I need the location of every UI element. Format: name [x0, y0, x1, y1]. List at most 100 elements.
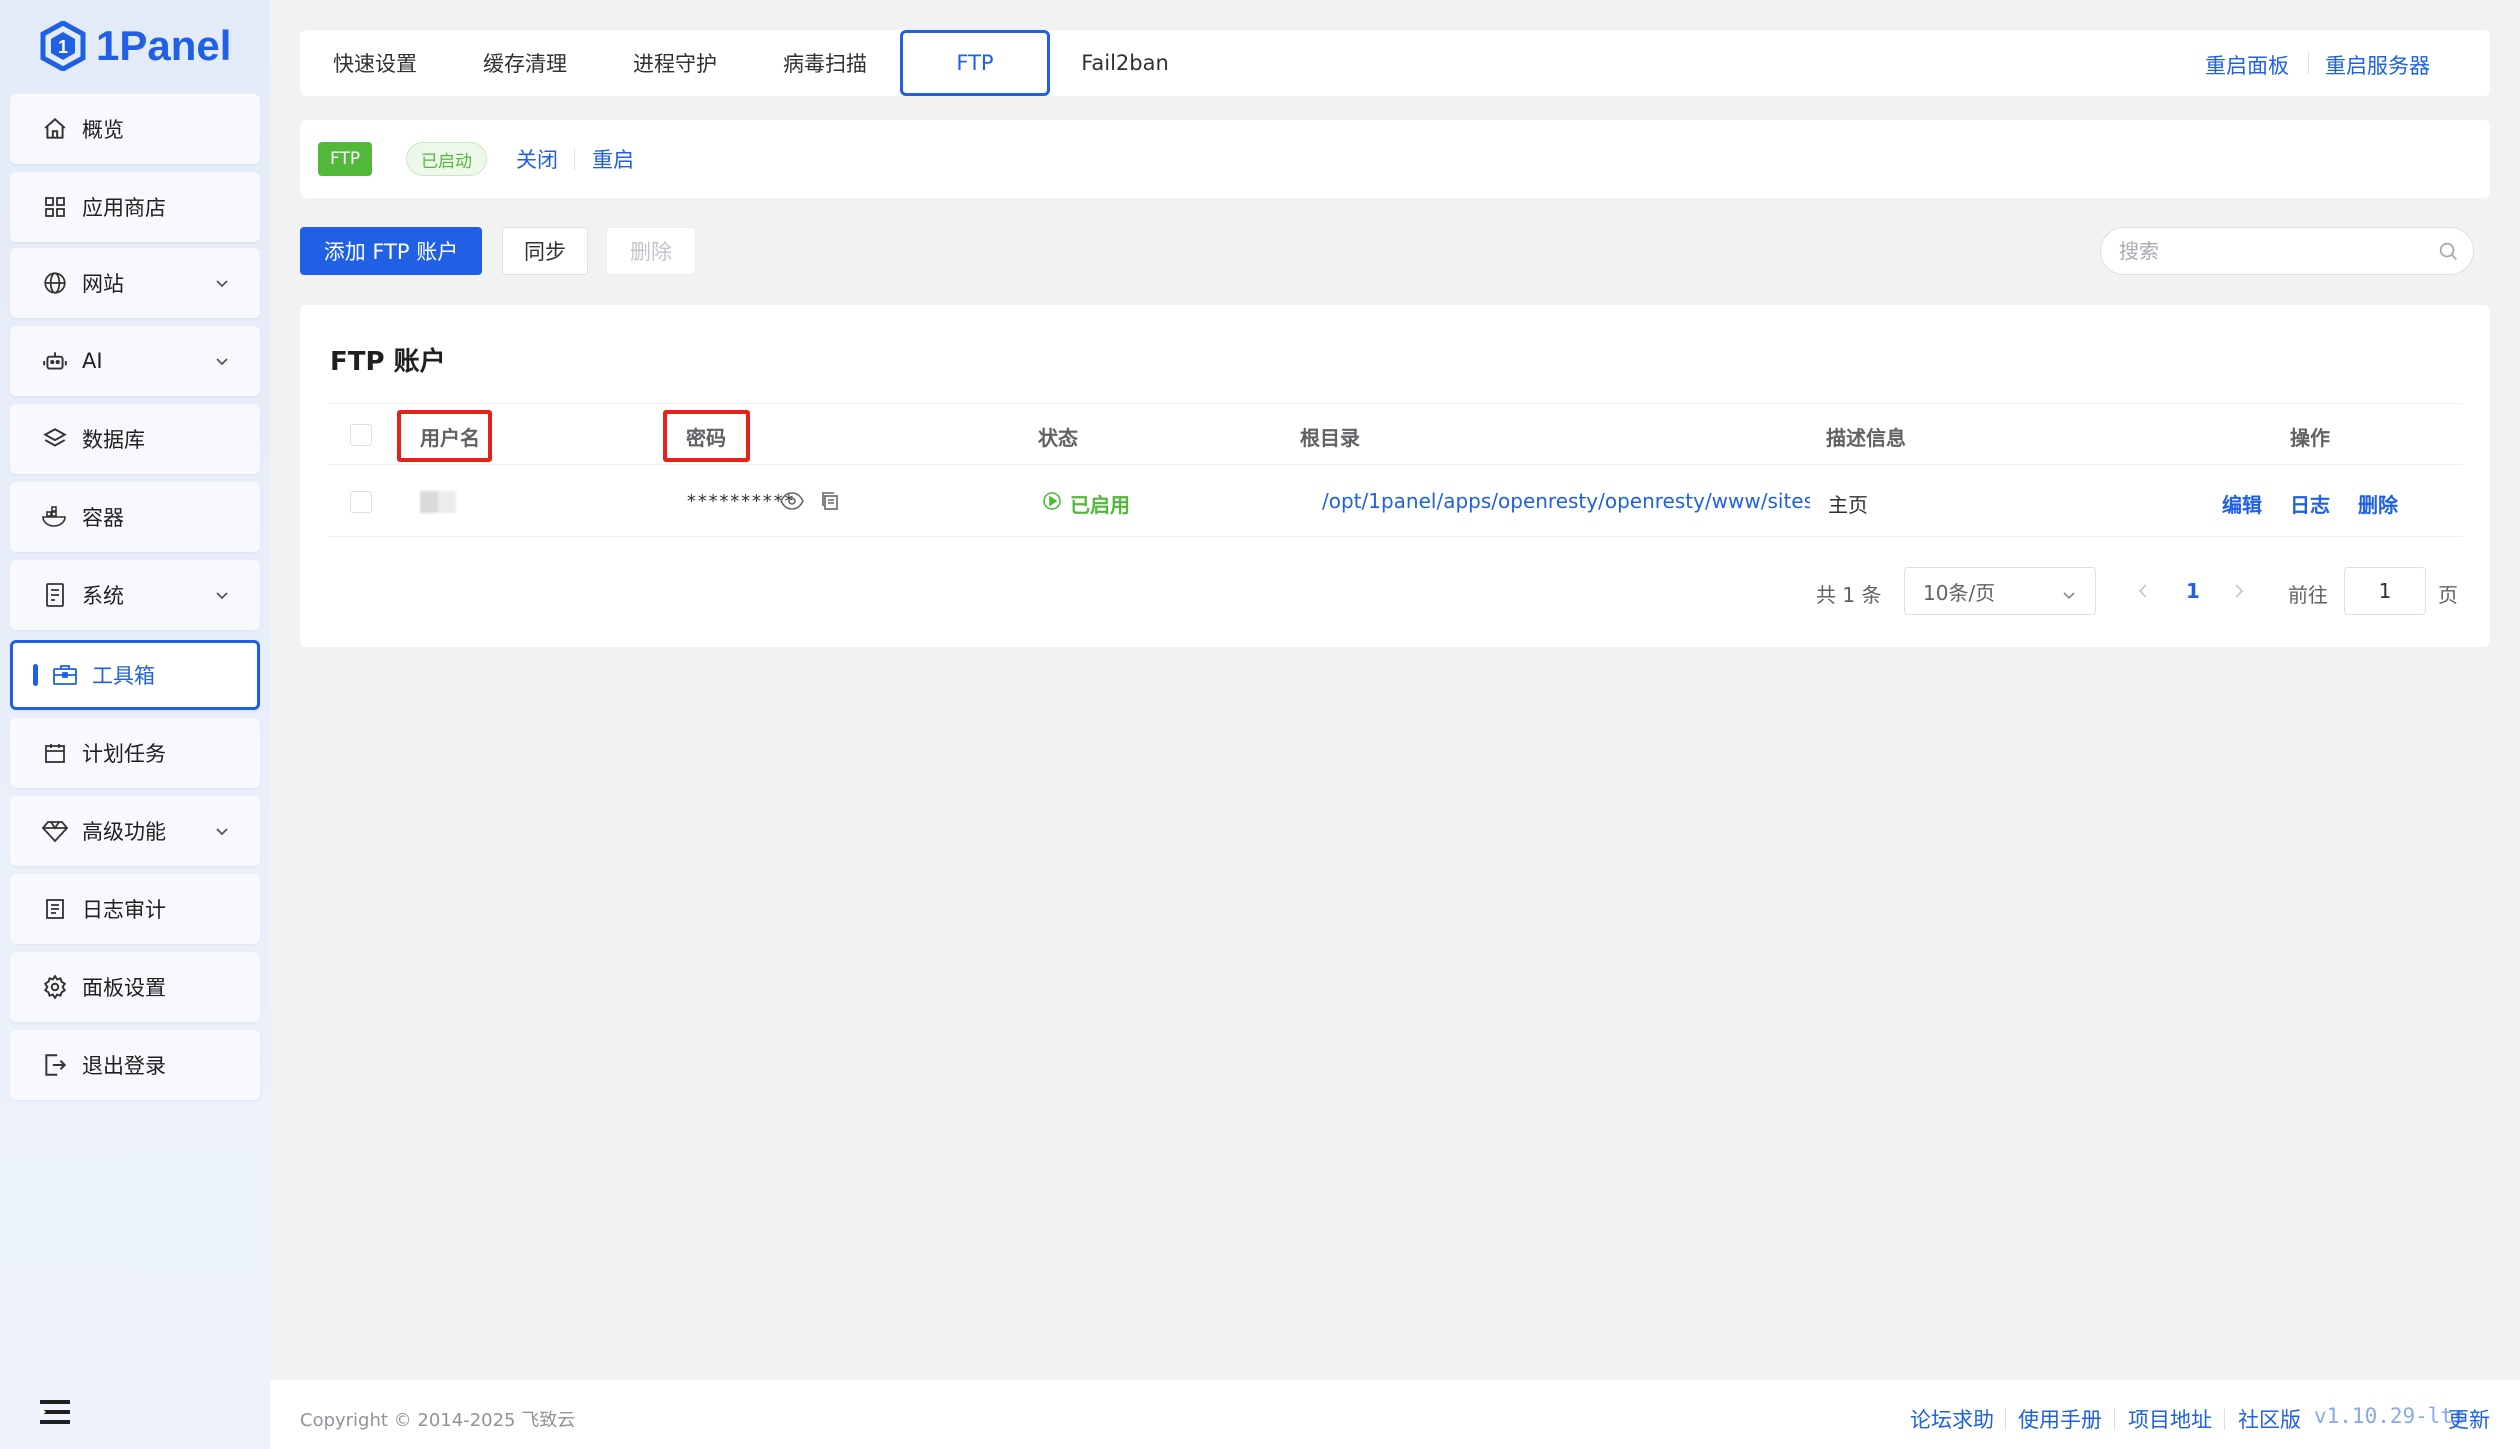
sidebar-item-system[interactable]: 系统 — [10, 560, 260, 630]
chevron-down-icon — [214, 272, 230, 296]
add-ftp-account-button[interactable]: 添加 FTP 账户 — [300, 227, 482, 275]
sidebar-item-label: 退出登录 — [82, 1054, 166, 1078]
tab-ftp[interactable]: FTP — [900, 30, 1050, 96]
play-circle-icon — [1042, 491, 1062, 515]
search-box — [2100, 227, 2474, 275]
robot-icon — [40, 346, 70, 376]
log-icon — [40, 894, 70, 924]
status-enabled[interactable]: 已启用 — [1070, 489, 1130, 518]
calendar-icon — [40, 738, 70, 768]
column-description: 描述信息 — [1826, 426, 1906, 450]
table-header: 用户名 密码 状态 根目录 描述信息 操作 — [328, 403, 2462, 465]
footer: Copyright © 2014-2025 飞致云 论坛求助 使用手册 项目地址… — [270, 1380, 2520, 1449]
search-icon[interactable] — [2437, 240, 2459, 266]
sidebar-item-label: 容器 — [82, 506, 124, 530]
sidebar-item-label: 工具箱 — [92, 664, 155, 688]
layers-icon — [40, 424, 70, 454]
highlight-box-password — [663, 410, 750, 462]
divider — [2308, 52, 2309, 74]
sync-button[interactable]: 同步 — [502, 227, 588, 275]
sidebar-item-toolbox[interactable]: 工具箱 — [10, 640, 260, 710]
chevron-down-icon — [214, 350, 230, 374]
table-row[interactable]: ********** 已启用 /opt/1panel/apps/openrest… — [328, 465, 2462, 537]
server-icon — [40, 580, 70, 610]
edit-button[interactable]: 编辑 — [2222, 489, 2262, 518]
ftp-accounts-card: FTP 账户 用户名 密码 状态 根目录 描述信息 操作 ********** … — [300, 305, 2490, 647]
column-actions: 操作 — [2290, 426, 2330, 450]
docker-icon — [40, 502, 70, 532]
logo-icon: 1 — [40, 21, 86, 71]
sidebar-item-settings[interactable]: 面板设置 — [10, 952, 260, 1022]
tab-fail2ban[interactable]: Fail2ban — [1050, 30, 1200, 96]
sidebar-item-advanced[interactable]: 高级功能 — [10, 796, 260, 866]
next-page-icon[interactable] — [2232, 583, 2246, 603]
goto-page-input[interactable]: 1 — [2344, 567, 2426, 615]
version-label: v1.10.29-lts — [2314, 1404, 2466, 1428]
row-checkbox[interactable] — [350, 491, 372, 513]
sidebar-item-ai[interactable]: AI — [10, 326, 260, 396]
chevron-down-icon — [214, 584, 230, 608]
collapse-menu-icon[interactable] — [40, 1398, 72, 1430]
restart-server-link[interactable]: 重启服务器 — [2325, 50, 2430, 80]
tab-quick-settings[interactable]: 快速设置 — [300, 30, 450, 96]
description-cell[interactable]: 主页 — [1828, 489, 1868, 518]
toolbox-icon — [50, 660, 80, 690]
username-cell-redacted — [420, 491, 456, 513]
root-dir-link[interactable]: /opt/1panel/apps/openresty/openresty/www… — [1322, 489, 1810, 513]
logo-text: 1Panel — [96, 22, 232, 69]
sidebar-item-cron[interactable]: 计划任务 — [10, 718, 260, 788]
sidebar-item-label: 面板设置 — [82, 976, 166, 1000]
sidebar-item-database[interactable]: 数据库 — [10, 404, 260, 474]
log-button[interactable]: 日志 — [2290, 489, 2330, 518]
diamond-icon — [40, 816, 70, 846]
sidebar-item-label: 应用商店 — [82, 196, 166, 220]
divider — [574, 148, 575, 170]
update-link[interactable]: 更新 — [2448, 1404, 2490, 1434]
total-count: 共 1 条 — [1816, 583, 1882, 607]
column-status: 状态 — [1038, 426, 1078, 450]
sidebar-item-label: 高级功能 — [82, 820, 166, 844]
manual-link[interactable]: 使用手册 — [2018, 1404, 2102, 1434]
logo[interactable]: 1 1Panel — [40, 18, 231, 74]
sidebar-item-container[interactable]: 容器 — [10, 482, 260, 552]
delete-row-button[interactable]: 删除 — [2358, 489, 2398, 518]
goto-label: 前往 — [2288, 583, 2328, 607]
password-cell: ********** — [686, 491, 795, 512]
sidebar-item-label: 系统 — [82, 584, 124, 608]
column-root-dir: 根目录 — [1300, 426, 1360, 450]
sidebar-item-label: 计划任务 — [82, 742, 166, 766]
prev-page-icon[interactable] — [2136, 583, 2150, 603]
copyright: Copyright © 2014-2025 飞致云 — [300, 1410, 576, 1431]
page-title: FTP 账户 — [330, 347, 446, 377]
copy-icon[interactable] — [820, 491, 840, 515]
globe-icon — [40, 268, 70, 298]
sidebar-item-logout[interactable]: 退出登录 — [10, 1030, 260, 1100]
page-size-value: 10条/页 — [1923, 580, 1996, 605]
divider — [2224, 1408, 2225, 1430]
home-icon — [40, 114, 70, 144]
grid-icon — [40, 192, 70, 222]
sidebar-item-label: 日志审计 — [82, 898, 166, 922]
current-page[interactable]: 1 — [2186, 579, 2200, 603]
restart-panel-link[interactable]: 重启面板 — [2205, 50, 2289, 80]
sidebar-item-label: 概览 — [82, 118, 124, 142]
search-input[interactable] — [2101, 228, 2401, 274]
sidebar-item-logs[interactable]: 日志审计 — [10, 874, 260, 944]
highlight-box-username — [397, 410, 492, 462]
tab-process-guard[interactable]: 进程守护 — [600, 30, 750, 96]
sidebar-item-overview[interactable]: 概览 — [10, 94, 260, 164]
select-all-checkbox[interactable] — [350, 424, 372, 446]
delete-button[interactable]: 删除 — [606, 227, 696, 275]
page-size-select[interactable]: 10条/页 — [1904, 567, 2096, 615]
project-link[interactable]: 项目地址 — [2128, 1404, 2212, 1434]
eye-icon[interactable] — [780, 491, 804, 515]
sidebar-item-website[interactable]: 网站 — [10, 248, 260, 318]
tab-cache-clean[interactable]: 缓存清理 — [450, 30, 600, 96]
chevron-down-icon — [2061, 584, 2077, 608]
sidebar-item-app-store[interactable]: 应用商店 — [10, 172, 260, 242]
forum-link[interactable]: 论坛求助 — [1910, 1404, 1994, 1434]
tab-virus-scan[interactable]: 病毒扫描 — [750, 30, 900, 96]
stop-service-link[interactable]: 关闭 — [516, 144, 558, 174]
restart-service-link[interactable]: 重启 — [592, 144, 634, 174]
gear-icon — [40, 972, 70, 1002]
